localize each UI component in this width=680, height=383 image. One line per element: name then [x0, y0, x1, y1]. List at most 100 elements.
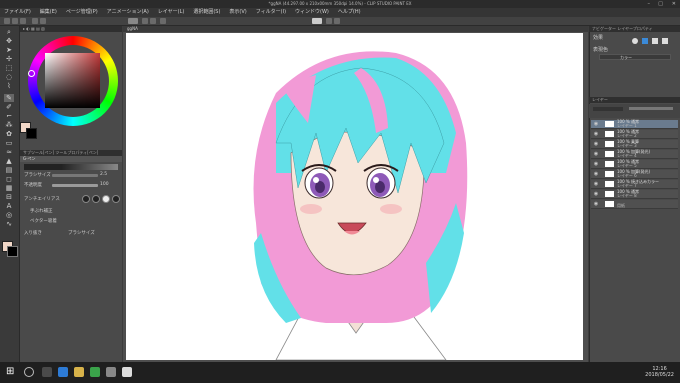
- fill-tool-icon[interactable]: ▲: [4, 157, 14, 165]
- edge-icon[interactable]: [58, 367, 68, 377]
- correct-line-icon[interactable]: ∿: [4, 220, 14, 228]
- layer-row[interactable]: ◉ 100 % 焼き込みカラー レイヤー 7: [591, 180, 678, 189]
- frame-tool-icon[interactable]: ▦: [4, 184, 14, 192]
- open-file-icon[interactable]: [12, 18, 18, 24]
- operation-tool-icon[interactable]: ➤: [4, 46, 14, 54]
- explorer-icon[interactable]: [74, 367, 84, 377]
- eye-icon[interactable]: ◉: [593, 201, 599, 207]
- layer-row[interactable]: ◉ 100 % 加算(発光) レイヤー 4: [591, 150, 678, 159]
- figure-tool-icon[interactable]: ◻: [4, 175, 14, 183]
- minimize-icon[interactable]: –: [648, 0, 651, 8]
- opacity-label: 不透明度: [24, 183, 42, 188]
- brush-tool-icon[interactable]: ⌐: [4, 112, 14, 120]
- layer-opacity-slider[interactable]: [629, 107, 673, 110]
- eraser-tool-icon[interactable]: ▭: [4, 139, 14, 147]
- canvas-tab[interactable]: ggNA: [123, 26, 588, 32]
- layer-row[interactable]: ◉ 100 % 通常 レイヤー 2: [591, 130, 678, 139]
- eyedropper-tool-icon[interactable]: ⌇: [4, 82, 14, 90]
- snap-icon[interactable]: [128, 18, 138, 24]
- eye-icon[interactable]: ◉: [593, 171, 599, 177]
- balloon-tool-icon[interactable]: ◎: [4, 211, 14, 219]
- pen-tool-icon[interactable]: ✎: [4, 94, 14, 102]
- antialias-none-option[interactable]: [82, 195, 90, 203]
- menu-view[interactable]: 表示(V): [229, 8, 246, 17]
- menu-bar: ファイル(F) 編集(E) ページ管理(P) アニメーション(A) レイヤー(L…: [0, 8, 680, 17]
- layer-row[interactable]: ◉ 用紙: [591, 200, 678, 209]
- undo-icon[interactable]: [32, 18, 38, 24]
- close-icon[interactable]: ✕: [672, 0, 676, 8]
- share-icon[interactable]: [334, 18, 340, 24]
- taskbar-clock[interactable]: 12:16 2018/05/22: [645, 366, 674, 378]
- ruler-tool-icon[interactable]: ⊟: [4, 193, 14, 201]
- eye-icon[interactable]: ◉: [593, 191, 599, 197]
- maximize-icon[interactable]: □: [658, 0, 663, 8]
- menu-filter[interactable]: フィルター(I): [256, 8, 286, 17]
- eye-icon[interactable]: ◉: [593, 151, 599, 157]
- antialias-strong-option[interactable]: [112, 195, 120, 203]
- blend-mode-select[interactable]: [593, 107, 623, 111]
- selection-tool-icon[interactable]: ⬚: [4, 64, 14, 72]
- save-icon[interactable]: [20, 18, 26, 24]
- cs-logo-icon[interactable]: [312, 18, 322, 24]
- assets-icon[interactable]: [326, 18, 332, 24]
- decoration-tool-icon[interactable]: ✿: [4, 130, 14, 138]
- zoom-tool-icon[interactable]: ⌕: [4, 28, 14, 36]
- taper-value[interactable]: ブラシサイズ: [68, 230, 95, 236]
- new-file-icon[interactable]: [4, 18, 10, 24]
- antialias-weak-option[interactable]: [92, 195, 100, 203]
- menu-page[interactable]: ページ管理(P): [66, 8, 98, 17]
- chrome-icon[interactable]: [90, 367, 100, 377]
- eye-icon[interactable]: ◉: [593, 181, 599, 187]
- clip-studio-icon[interactable]: [122, 367, 132, 377]
- layer-row[interactable]: ◉ 100 % 乗算 レイヤー 3: [591, 140, 678, 149]
- layer-move-icon[interactable]: ✢: [4, 55, 14, 63]
- effect-toggle-icon[interactable]: [632, 38, 638, 44]
- saturation-value-square[interactable]: [45, 53, 100, 108]
- sub-color-swatch[interactable]: [7, 246, 18, 257]
- fill-icon[interactable]: [150, 18, 156, 24]
- menu-selection[interactable]: 選択範囲(S): [193, 8, 220, 17]
- menu-window[interactable]: ウィンドウ(W): [295, 8, 329, 17]
- layer-row[interactable]: ◉ 100 % 通常 レイヤー 1: [591, 120, 678, 129]
- effect-border-icon[interactable]: [652, 38, 658, 44]
- menu-help[interactable]: ヘルプ(H): [338, 8, 361, 17]
- task-view-icon[interactable]: [42, 367, 52, 377]
- menu-layer[interactable]: レイヤー(L): [158, 8, 185, 17]
- clear-icon[interactable]: [142, 18, 148, 24]
- menu-animation[interactable]: アニメーション(A): [107, 8, 149, 17]
- menu-edit[interactable]: 編集(E): [40, 8, 57, 17]
- effect-tone-icon[interactable]: [642, 38, 648, 44]
- opacity-slider[interactable]: [52, 184, 98, 187]
- gradient-tool-icon[interactable]: ▤: [4, 166, 14, 174]
- color-panel-header: ▸ ◐ ▦ ▤ ▧: [20, 26, 122, 32]
- sub-color-chip[interactable]: [26, 128, 37, 139]
- text-tool-icon[interactable]: A: [4, 202, 14, 210]
- move-tool-icon[interactable]: ✥: [4, 37, 14, 45]
- layer-name: レイヤー 1: [617, 123, 637, 128]
- eye-icon[interactable]: ◉: [593, 161, 599, 167]
- layer-row[interactable]: ◉ 100 % 通常 レイヤー 5: [591, 160, 678, 169]
- canvas-paper[interactable]: [126, 33, 583, 360]
- layer-row[interactable]: ◉ 100 % 通常 レイヤー 8: [591, 190, 678, 199]
- windows-start-icon[interactable]: ⊞: [6, 367, 16, 377]
- brush-size-value[interactable]: 2.5: [100, 172, 107, 177]
- airbrush-tool-icon[interactable]: ⁂: [4, 121, 14, 129]
- eye-icon[interactable]: ◉: [593, 121, 599, 127]
- layer-row[interactable]: ◉ 100 % 加算(発光) レイヤー 6: [591, 170, 678, 179]
- app-icon[interactable]: [106, 367, 116, 377]
- brush-size-slider[interactable]: [52, 174, 98, 177]
- antialias-mid-option[interactable]: [102, 195, 110, 203]
- pencil-tool-icon[interactable]: ✐: [4, 103, 14, 111]
- eye-icon[interactable]: ◉: [593, 131, 599, 137]
- expression-color-select[interactable]: カラー: [599, 54, 671, 60]
- menu-file[interactable]: ファイル(F): [4, 8, 31, 17]
- search-icon[interactable]: [24, 367, 34, 377]
- lasso-tool-icon[interactable]: ◌: [4, 73, 14, 81]
- eye-icon[interactable]: ◉: [593, 141, 599, 147]
- redo-icon[interactable]: [40, 18, 46, 24]
- transform-icon[interactable]: [160, 18, 166, 24]
- blend-tool-icon[interactable]: ≈: [4, 148, 14, 156]
- hue-marker[interactable]: [28, 70, 35, 77]
- effect-color-icon[interactable]: [662, 38, 668, 44]
- opacity-value[interactable]: 100: [100, 182, 109, 187]
